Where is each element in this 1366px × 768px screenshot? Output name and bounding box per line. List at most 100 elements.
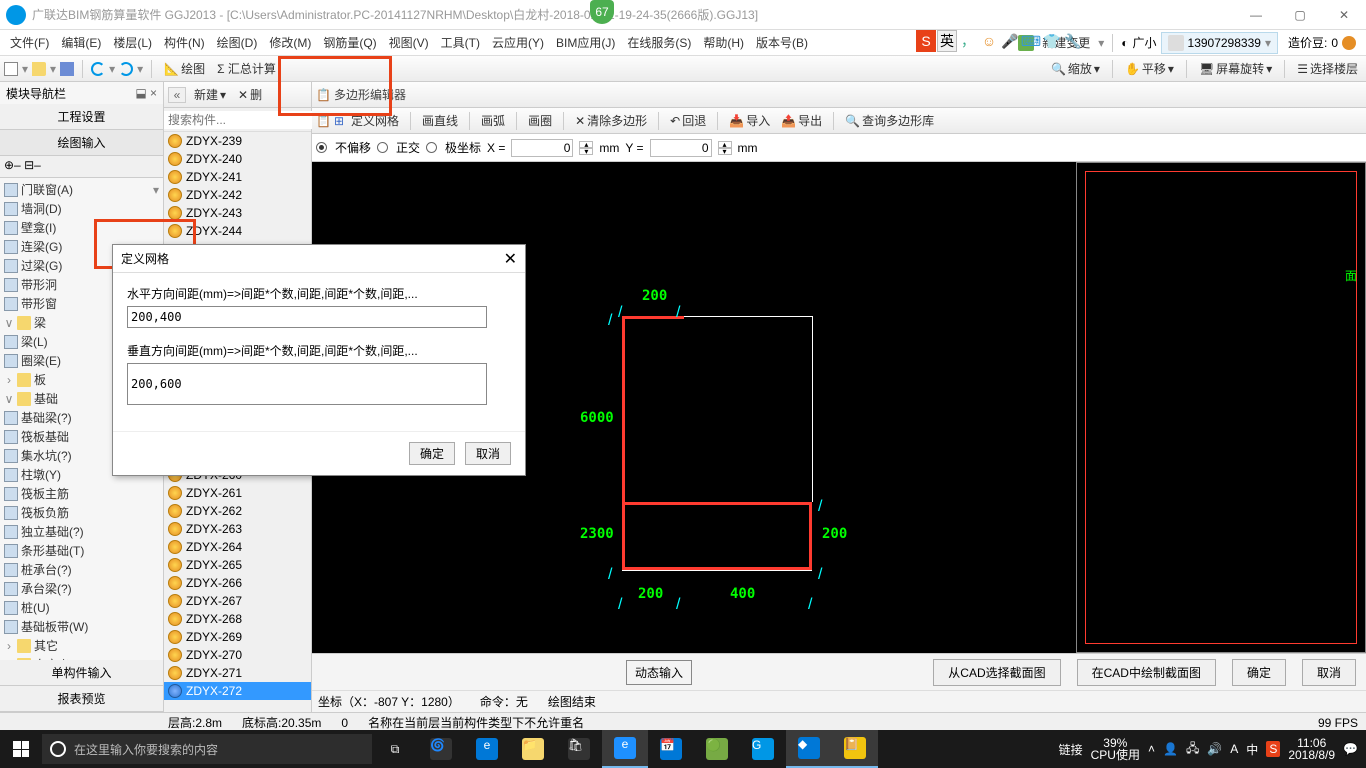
- taskbar-store[interactable]: 🛍: [556, 730, 602, 768]
- search-lib-button[interactable]: 🔍 查询多边形库: [841, 110, 938, 131]
- taskbar-app2[interactable]: 🟢: [694, 730, 740, 768]
- restore-button[interactable]: [1278, 0, 1322, 30]
- undo-icon[interactable]: [91, 62, 105, 76]
- taskbar-ggj[interactable]: ◆: [786, 730, 832, 768]
- draw-arc-button[interactable]: 画弧: [477, 110, 509, 131]
- clear-poly-button[interactable]: ✕ 清除多边形: [571, 110, 651, 131]
- ime-mic-icon[interactable]: 🎤: [1000, 30, 1020, 52]
- menu-view[interactable]: 视图(V): [383, 32, 435, 53]
- import-button[interactable]: 📥 导入: [725, 110, 774, 131]
- tray-ime-zh[interactable]: 中: [1246, 741, 1258, 758]
- draw-line-button[interactable]: 画直线: [418, 110, 462, 131]
- ime-keyboard-icon[interactable]: ⌨: [1021, 30, 1041, 52]
- tray-people-icon[interactable]: 👤: [1163, 742, 1178, 756]
- ime-skin-icon[interactable]: 👕: [1042, 30, 1062, 52]
- radio-polar[interactable]: [426, 142, 437, 153]
- taskbar-calendar[interactable]: 📅: [648, 730, 694, 768]
- guangxiao[interactable]: 广小: [1133, 34, 1157, 51]
- cad-draw-button[interactable]: 在CAD中绘制截面图: [1077, 659, 1216, 686]
- menu-draw[interactable]: 绘图(D): [211, 32, 264, 53]
- dialog-ok-button[interactable]: 确定: [409, 442, 455, 465]
- highlight-polygon-editor: [278, 56, 392, 116]
- taskbar-ie[interactable]: e: [602, 730, 648, 768]
- tray-volume-icon[interactable]: 🔊: [1207, 742, 1222, 756]
- h-spacing-input[interactable]: [127, 306, 487, 328]
- start-button[interactable]: [0, 730, 42, 768]
- dim-bottom1: 200: [638, 586, 663, 602]
- radio-ortho[interactable]: [377, 142, 388, 153]
- menu-floor[interactable]: 楼层(L): [107, 32, 158, 53]
- menu-version[interactable]: 版本号(B): [750, 32, 814, 53]
- dynamic-input-button[interactable]: 动态输入: [626, 660, 692, 685]
- menu-rebar[interactable]: 钢筋量(Q): [317, 32, 382, 53]
- tray-ime-a[interactable]: A: [1230, 742, 1238, 756]
- menu-modify[interactable]: 修改(M): [263, 32, 317, 53]
- back-button[interactable]: ↶ 回退: [666, 110, 710, 131]
- close-button[interactable]: [1322, 0, 1366, 30]
- ok-button[interactable]: 确定: [1232, 659, 1286, 686]
- new-component-button[interactable]: 新建 ▾: [190, 84, 230, 105]
- new-icon[interactable]: [4, 62, 18, 76]
- tray-network-icon[interactable]: 🖧: [1186, 739, 1199, 760]
- dialog-close-icon[interactable]: ✕: [504, 249, 517, 269]
- menu-edit[interactable]: 编辑(E): [55, 32, 107, 53]
- tray-notifications-icon[interactable]: 💬: [1343, 742, 1358, 756]
- menu-component[interactable]: 构件(N): [158, 32, 211, 53]
- taskbar-app4[interactable]: 📔: [832, 730, 878, 768]
- menubar: 文件(F) 编辑(E) 楼层(L) 构件(N) 绘图(D) 修改(M) 钢筋量(…: [0, 30, 1366, 56]
- radio-no-offset[interactable]: [316, 142, 327, 153]
- tray-up-icon[interactable]: ˄: [1148, 742, 1155, 756]
- panel-pin-icon[interactable]: ⬓ ×: [135, 86, 157, 100]
- tray-s-icon[interactable]: S: [1266, 741, 1280, 757]
- tab-single-input[interactable]: 单构件输入: [0, 660, 163, 686]
- zoom-button[interactable]: 🔍 缩放 ▾: [1047, 58, 1104, 79]
- task-view-icon[interactable]: ⧉: [372, 730, 418, 768]
- v-spacing-input[interactable]: [127, 363, 487, 405]
- menu-cloud[interactable]: 云应用(Y): [486, 32, 550, 53]
- save-icon[interactable]: [60, 62, 74, 76]
- tab-report-preview[interactable]: 报表预览: [0, 686, 163, 712]
- cancel-button[interactable]: 取消: [1302, 659, 1356, 686]
- tab-project-settings[interactable]: 工程设置: [0, 104, 163, 130]
- tray-clock[interactable]: 11:062018/8/9: [1288, 737, 1335, 761]
- menu-file[interactable]: 文件(F): [4, 32, 55, 53]
- tray-cpu[interactable]: 39%CPU使用: [1091, 737, 1140, 761]
- menu-tool[interactable]: 工具(T): [435, 32, 486, 53]
- tab-draw-input[interactable]: 绘图输入: [0, 130, 163, 156]
- ime-ying[interactable]: 英: [937, 30, 957, 52]
- notification-badge[interactable]: 67: [590, 0, 614, 24]
- menu-help[interactable]: 帮助(H): [697, 32, 750, 53]
- menu-bim[interactable]: BIM应用(J): [550, 32, 621, 53]
- taskbar-app3[interactable]: G: [740, 730, 786, 768]
- taskbar-app1[interactable]: 🌀: [418, 730, 464, 768]
- tray-link[interactable]: 链接: [1059, 741, 1083, 758]
- open-icon[interactable]: [32, 62, 46, 76]
- select-floor-button[interactable]: ☰ 选择楼层: [1293, 58, 1362, 79]
- y-input[interactable]: [650, 139, 712, 157]
- sigma-button[interactable]: Σ 汇总计算: [213, 58, 280, 79]
- taskbar-edge[interactable]: e: [464, 730, 510, 768]
- collapse-icon[interactable]: ⊟–: [24, 158, 41, 172]
- draw-rect-button[interactable]: 画圈: [524, 110, 556, 131]
- ime-tool-icon[interactable]: 🔧: [1063, 30, 1083, 52]
- cad-select-button[interactable]: 从CAD选择截面图: [933, 659, 1060, 686]
- expand-icon[interactable]: ⊕–: [4, 158, 21, 172]
- del-component-button[interactable]: ✕ 删: [234, 84, 266, 105]
- screen-rotate-button[interactable]: 🖥 屏幕旋转 ▾: [1195, 58, 1276, 79]
- pan-button[interactable]: ✋ 平移 ▾: [1121, 58, 1178, 79]
- ime-s-icon[interactable]: S: [916, 30, 936, 52]
- preview-panel: 面: [1076, 162, 1366, 653]
- menu-online[interactable]: 在线服务(S): [621, 32, 697, 53]
- redo-icon[interactable]: [119, 62, 133, 76]
- taskbar-explorer[interactable]: 📁: [510, 730, 556, 768]
- minimize-button[interactable]: [1234, 0, 1278, 30]
- ime-comma-icon[interactable]: ，: [958, 30, 978, 52]
- draw-button[interactable]: 📐 绘图: [160, 58, 209, 79]
- export-button[interactable]: 📤 导出: [777, 110, 826, 131]
- user-badge[interactable]: 13907298339 ▾: [1161, 32, 1278, 54]
- dialog-cancel-button[interactable]: 取消: [465, 442, 511, 465]
- taskbar-search[interactable]: 在这里输入你要搜索的内容: [42, 734, 372, 764]
- ime-smile-icon[interactable]: ☺: [979, 30, 999, 52]
- x-input[interactable]: [511, 139, 573, 157]
- scroll-left-icon[interactable]: «: [168, 87, 186, 103]
